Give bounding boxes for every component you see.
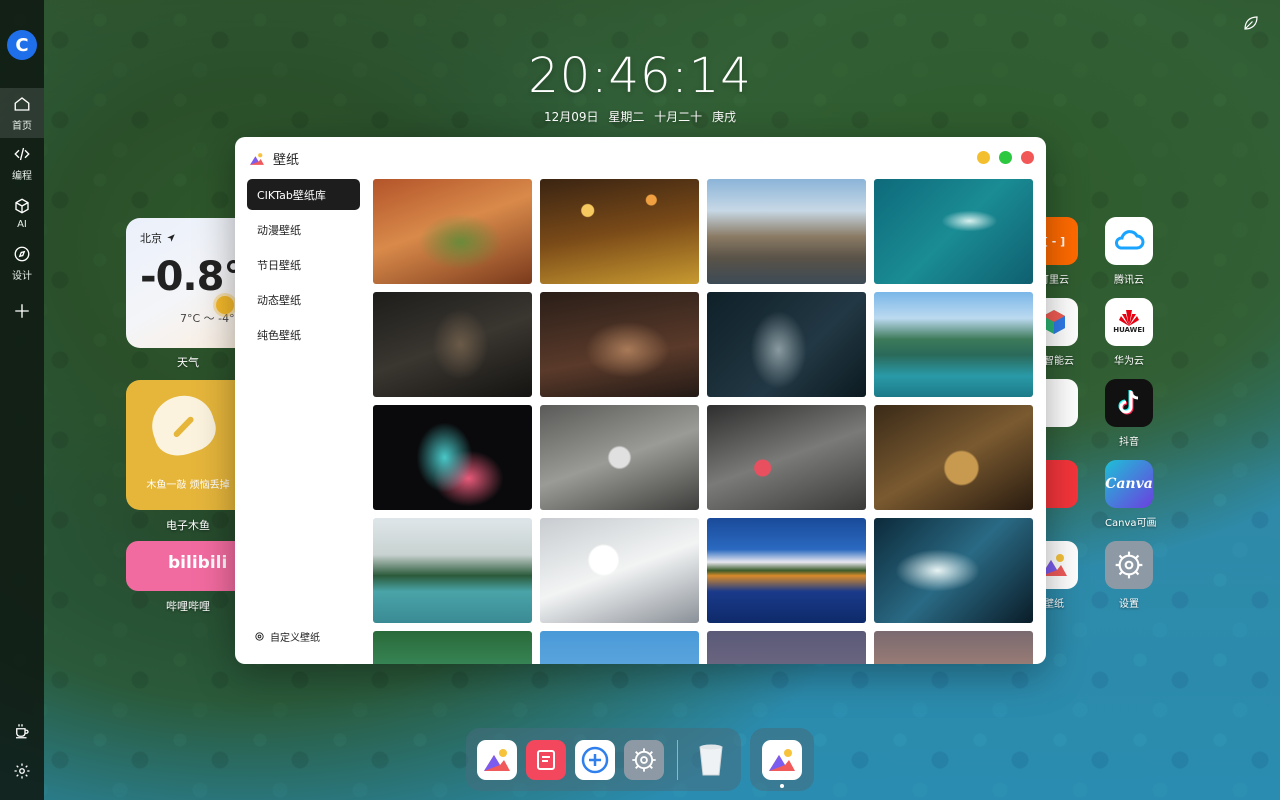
wallpaper-thumbnail[interactable] (707, 631, 866, 664)
dock-running-apps (750, 728, 814, 791)
close-button[interactable] (1021, 151, 1034, 164)
bilibili-widget[interactable]: bilibili (126, 541, 250, 591)
dock-separator (677, 739, 678, 780)
wallpaper-thumbnail[interactable] (707, 179, 866, 284)
weather-caption: 天气 (177, 356, 199, 369)
wallpaper-thumbnail[interactable] (707, 405, 866, 510)
app-label: 华为云 (1114, 356, 1144, 367)
app-canva[interactable]: Canva Canva可画 (1105, 460, 1157, 529)
custom-wallpaper-button[interactable]: 自定义壁纸 (254, 629, 320, 644)
date-lunar: 十月二十 (654, 110, 703, 124)
menu-item-ciktab[interactable]: CIKTab壁纸库 (247, 179, 360, 210)
sun-icon (216, 296, 234, 314)
sidebar-item-code[interactable]: 编程 (0, 138, 44, 188)
sidebar-item-ai[interactable]: AI (0, 188, 44, 238)
clock-time: 20:46:14 (528, 48, 752, 104)
settings-icon (1105, 541, 1153, 589)
wallpaper-thumbnail[interactable] (874, 405, 1033, 510)
bilibili-logo: bilibili (168, 553, 228, 573)
note-icon[interactable] (526, 739, 566, 780)
add-icon[interactable] (575, 739, 615, 780)
app-label: Canva可画 (1105, 518, 1157, 529)
window-controls (977, 151, 1034, 164)
wallpaper-icon[interactable] (762, 739, 802, 780)
canva-text: Canva (1105, 476, 1153, 492)
maximize-button[interactable] (999, 151, 1012, 164)
sidebar-item-label: 设计 (12, 270, 32, 282)
weather-location: 北京 (140, 230, 236, 246)
weather-widget[interactable]: 北京 -0.8° 7°C ～ -4°C (126, 218, 250, 348)
menu-item-dynamic[interactable]: 动态壁纸 (247, 284, 360, 315)
custom-wallpaper-label: 自定义壁纸 (270, 633, 320, 644)
menu-item-solid[interactable]: 纯色壁纸 (247, 319, 360, 350)
wallpaper-icon[interactable] (477, 739, 517, 780)
location-arrow-icon (167, 234, 175, 242)
wallpaper-thumbnail[interactable] (540, 405, 699, 510)
weather-city: 北京 (140, 232, 162, 245)
cube-icon (15, 197, 29, 214)
settings-icon[interactable] (624, 739, 664, 780)
huawei-icon: HUAWEI (1105, 298, 1153, 346)
trash-icon[interactable] (691, 740, 731, 780)
wooden-fish-icon (144, 387, 222, 463)
running-indicator (780, 784, 784, 788)
window-title: 壁纸 (249, 149, 299, 168)
wallpaper-thumbnail[interactable] (373, 405, 532, 510)
code-icon (14, 147, 30, 160)
sidebar-item-label: 编程 (12, 170, 32, 182)
weather-temperature: -0.8° (140, 254, 243, 300)
canva-icon: Canva (1105, 460, 1153, 508)
muyu-text: 木鱼一敲 烦恼丢掉 (146, 480, 230, 491)
wallpaper-thumbnail[interactable] (540, 292, 699, 397)
sidebar-item-label: AI (17, 218, 27, 230)
wallpaper-thumbnail[interactable] (874, 631, 1033, 664)
gear-icon[interactable] (13, 762, 31, 780)
app-douyin[interactable]: 抖音 (1105, 379, 1153, 448)
compass-icon (14, 246, 30, 261)
muyu-caption: 电子木鱼 (166, 519, 210, 532)
menu-item-anime[interactable]: 动漫壁纸 (247, 214, 360, 245)
wallpaper-thumbnail[interactable] (874, 179, 1033, 284)
wallpaper-thumbnail[interactable] (540, 518, 699, 623)
douyin-icon (1105, 379, 1153, 427)
leaf-icon[interactable] (1242, 14, 1260, 32)
clock-date: 12月09日 星期二 十月二十 庚戌 (0, 108, 1280, 125)
plus-icon (15, 304, 29, 318)
sidebar-item-design[interactable]: 设计 (0, 238, 44, 288)
huawei-text: HUAWEI (1113, 326, 1145, 334)
muyu-widget[interactable]: 木鱼一敲 烦恼丢掉 (126, 380, 250, 510)
wallpaper-thumbnail[interactable] (540, 179, 699, 284)
wallpaper-thumbnail[interactable] (874, 292, 1033, 397)
date-weekday: 星期二 (608, 110, 645, 124)
coffee-icon[interactable] (13, 722, 31, 740)
tencent-cloud-icon (1105, 217, 1153, 265)
wallpaper-window: 壁纸 CIKTab壁纸库 动漫壁纸 节日壁纸 动态壁纸 纯色壁纸 自定义壁纸 (235, 137, 1046, 664)
app-settings[interactable]: 设置 (1105, 541, 1153, 610)
add-sidebar-button[interactable] (0, 288, 44, 338)
app-label: 设置 (1119, 599, 1139, 610)
wallpaper-thumbnail[interactable] (373, 179, 532, 284)
wallpaper-thumbnail[interactable] (373, 518, 532, 623)
date-day: 12月09日 (543, 110, 599, 124)
wallpaper-thumbnail[interactable] (707, 518, 866, 623)
date-ganzhi: 庚戌 (712, 110, 737, 124)
wallpaper-thumbnail[interactable] (707, 292, 866, 397)
wallpaper-thumbnail[interactable] (373, 292, 532, 397)
wallpaper-category-menu: CIKTab壁纸库 动漫壁纸 节日壁纸 动态壁纸 纯色壁纸 (247, 179, 360, 354)
app-label: 腾讯云 (1114, 275, 1144, 286)
wallpaper-grid (373, 179, 1034, 664)
window-title-text: 壁纸 (273, 153, 300, 168)
menu-item-festival[interactable]: 节日壁纸 (247, 249, 360, 280)
bilibili-caption: 哔哩哔哩 (166, 600, 210, 613)
wallpaper-icon (250, 152, 264, 165)
minimize-button[interactable] (977, 151, 990, 164)
gear-icon (255, 632, 264, 641)
dock (466, 728, 741, 791)
app-label: 抖音 (1119, 437, 1139, 448)
app-tencent-cloud[interactable]: 腾讯云 (1105, 217, 1153, 286)
wallpaper-thumbnail[interactable] (540, 631, 699, 664)
wallpaper-thumbnail[interactable] (874, 518, 1033, 623)
wallpaper-thumbnail[interactable] (373, 631, 532, 664)
app-huawei[interactable]: HUAWEI 华为云 (1105, 298, 1153, 367)
